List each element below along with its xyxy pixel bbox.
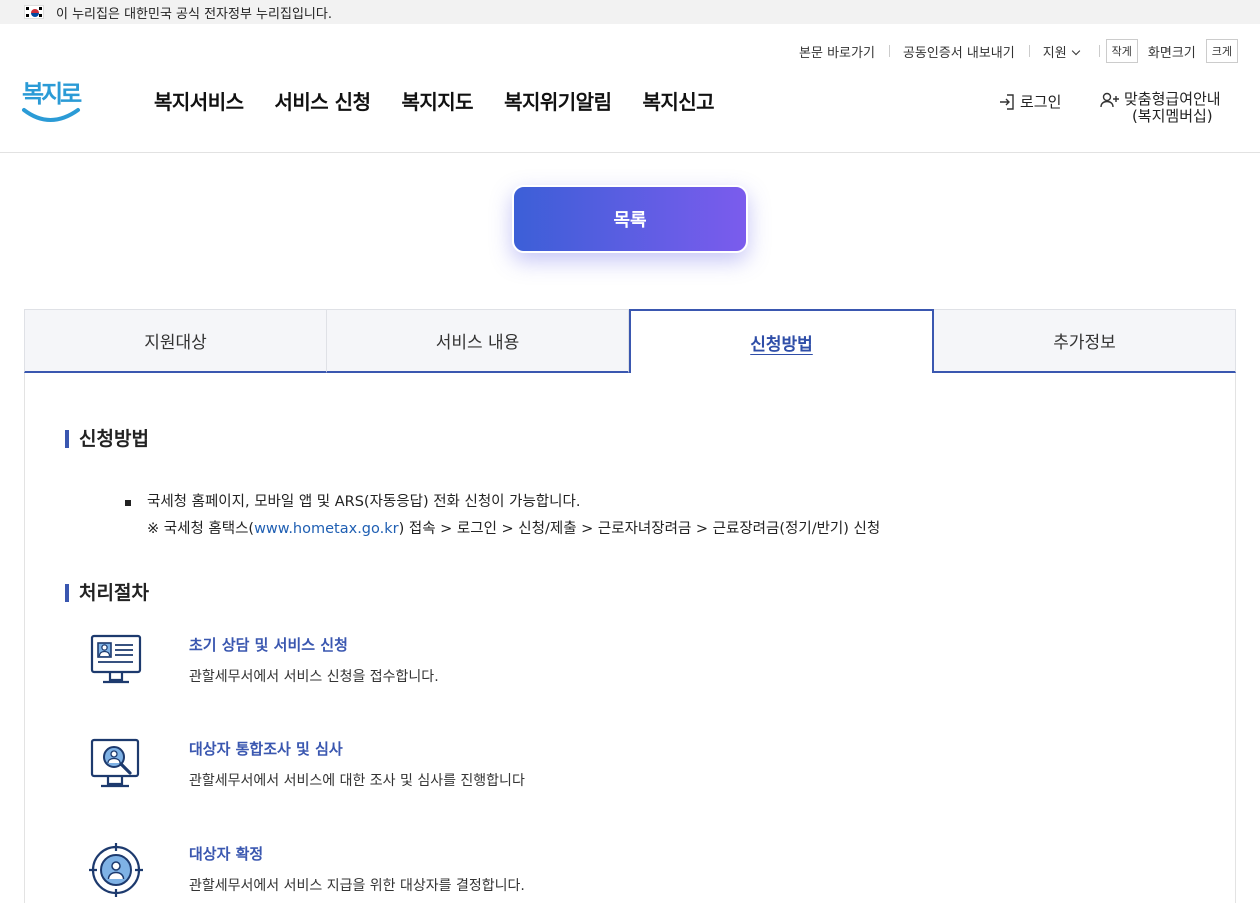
tab-apply-method[interactable]: 신청방법	[629, 309, 934, 373]
apply-bullet-list: 국세청 홈페이지, 모바일 앱 및 ARS(자동응답) 전화 신청이 가능합니다…	[125, 489, 880, 543]
gov-banner-text: 이 누리집은 대한민국 공식 전자정부 누리집입니다.	[56, 6, 332, 22]
detail-tabs: 지원대상 서비스 내용 신청방법 추가정보	[24, 309, 1236, 373]
font-small-button[interactable]: 작게	[1105, 39, 1138, 63]
logo-icon: 복지로	[22, 80, 85, 122]
tab-target[interactable]: 지원대상	[24, 309, 327, 373]
section-title-process: 처리절차	[65, 584, 149, 603]
chevron-down-icon	[1071, 46, 1080, 55]
membership-button[interactable]: 맞춤형급여안내 (복지멤버십)	[1100, 91, 1221, 125]
divider	[1098, 45, 1100, 57]
main-nav: 복지서비스 서비스 신청 복지지도 복지위기알림 복지신고	[154, 86, 715, 115]
nav-welfare-report[interactable]: 복지신고	[642, 86, 714, 115]
skip-to-content-link[interactable]: 본문 바로가기	[785, 42, 889, 61]
tab-additional-info[interactable]: 추가정보	[934, 309, 1236, 373]
step-title: 대상자 확정	[189, 845, 264, 863]
process-step: 초기 상담 및 서비스 신청 관할세무서에서 서비스 신청을 접수합니다.	[89, 634, 889, 694]
login-button[interactable]: 로그인	[998, 91, 1061, 112]
nav-crisis-alert[interactable]: 복지위기알림	[504, 86, 612, 115]
membership-line2: (복지멤버십)	[1131, 107, 1213, 125]
apply-bullet: 국세청 홈페이지, 모바일 앱 및 ARS(자동응답) 전화 신청이 가능합니다…	[125, 489, 880, 516]
nav-welfare-map[interactable]: 복지지도	[401, 86, 473, 115]
nav-welfare-service[interactable]: 복지서비스	[154, 86, 244, 115]
note-prefix: ※ 국세청 홈택스(	[147, 521, 255, 537]
site-logo[interactable]: 복지로	[20, 72, 85, 128]
step-desc: 관할세무서에서 서비스 신청을 접수합니다.	[189, 669, 439, 685]
utility-menu: 본문 바로가기 공동인증서 내보내기 지원 작게 화면크기 크게	[785, 38, 1238, 64]
process-step: 대상자 확정 관할세무서에서 서비스 지급을 위한 대상자를 결정합니다.	[89, 843, 889, 903]
membership-label: 맞춤형급여안내 (복지멤버십)	[1124, 91, 1221, 125]
header-divider	[0, 152, 1260, 153]
nav-service-apply[interactable]: 서비스 신청	[275, 86, 371, 115]
computer-profile-icon	[90, 634, 142, 684]
hometax-link[interactable]: www.hometax.go.kr	[254, 521, 399, 537]
login-label: 로그인	[1020, 93, 1062, 111]
list-button[interactable]: 목록	[512, 185, 748, 253]
tab-content: 신청방법 국세청 홈페이지, 모바일 앱 및 ARS(자동응답) 전화 신청이 …	[24, 373, 1236, 903]
step-desc: 관할세무서에서 서비스 지급을 위한 대상자를 결정합니다.	[189, 878, 525, 894]
apply-note: ※ 국세청 홈택스(www.hometax.go.kr) 접속 > 로그인 > …	[125, 516, 880, 543]
gov-banner: 이 누리집은 대한민국 공식 전자정부 누리집입니다.	[0, 0, 1260, 24]
korea-flag-icon	[24, 5, 44, 19]
step-title: 초기 상담 및 서비스 신청	[189, 636, 348, 654]
step-desc: 관할세무서에서 서비스에 대한 조사 및 심사를 진행합니다	[189, 773, 525, 789]
support-label: 지원	[1042, 45, 1067, 61]
cert-export-link[interactable]: 공동인증서 내보내기	[888, 42, 1029, 61]
process-step: 대상자 통합조사 및 심사 관할세무서에서 서비스에 대한 조사 및 심사를 진…	[89, 738, 889, 798]
login-icon	[1000, 93, 1014, 110]
step-title: 대상자 통합조사 및 심사	[189, 740, 343, 758]
user-add-icon	[1100, 92, 1119, 108]
support-dropdown[interactable]: 지원	[1028, 42, 1093, 61]
membership-line1: 맞춤형급여안내	[1124, 90, 1221, 108]
font-large-button[interactable]: 크게	[1205, 39, 1238, 63]
logo-text: 복지로	[22, 80, 82, 108]
font-size-label: 화면크기	[1147, 45, 1196, 61]
tab-service-content[interactable]: 서비스 내용	[327, 309, 629, 373]
note-suffix: ) 접속 > 로그인 > 신청/제출 > 근로자녀장려금 > 근료장려금(정기/…	[398, 521, 881, 537]
target-person-icon	[89, 843, 143, 897]
monitor-search-icon	[90, 738, 140, 788]
section-title-apply: 신청방법	[65, 430, 149, 449]
